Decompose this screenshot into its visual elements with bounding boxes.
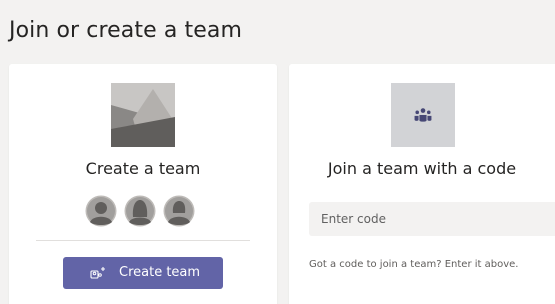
- create-team-card[interactable]: Create a team Create team: [9, 64, 277, 304]
- avatar: [124, 195, 156, 227]
- page-title: Join or create a team: [9, 18, 242, 43]
- team-code-input[interactable]: [309, 202, 555, 236]
- team-add-icon: [90, 267, 105, 279]
- divider: [36, 240, 250, 241]
- avatar: [163, 195, 195, 227]
- create-team-title: Create a team: [85, 159, 201, 178]
- avatar-group: [85, 195, 205, 229]
- join-code-hint: Got a code to join a team? Enter it abov…: [309, 259, 519, 270]
- join-team-card: Join a team with a code Got a code to jo…: [289, 64, 555, 304]
- avatar: [85, 195, 117, 227]
- create-team-button-label: Create team: [119, 265, 201, 280]
- create-team-button[interactable]: Create team: [63, 257, 223, 289]
- join-team-title: Join a team with a code: [327, 159, 517, 178]
- team-landscape-image: [111, 83, 175, 147]
- join-or-create-team-page: Join or create a team Create a team Crea…: [0, 0, 555, 304]
- people-group-icon: [391, 83, 455, 147]
